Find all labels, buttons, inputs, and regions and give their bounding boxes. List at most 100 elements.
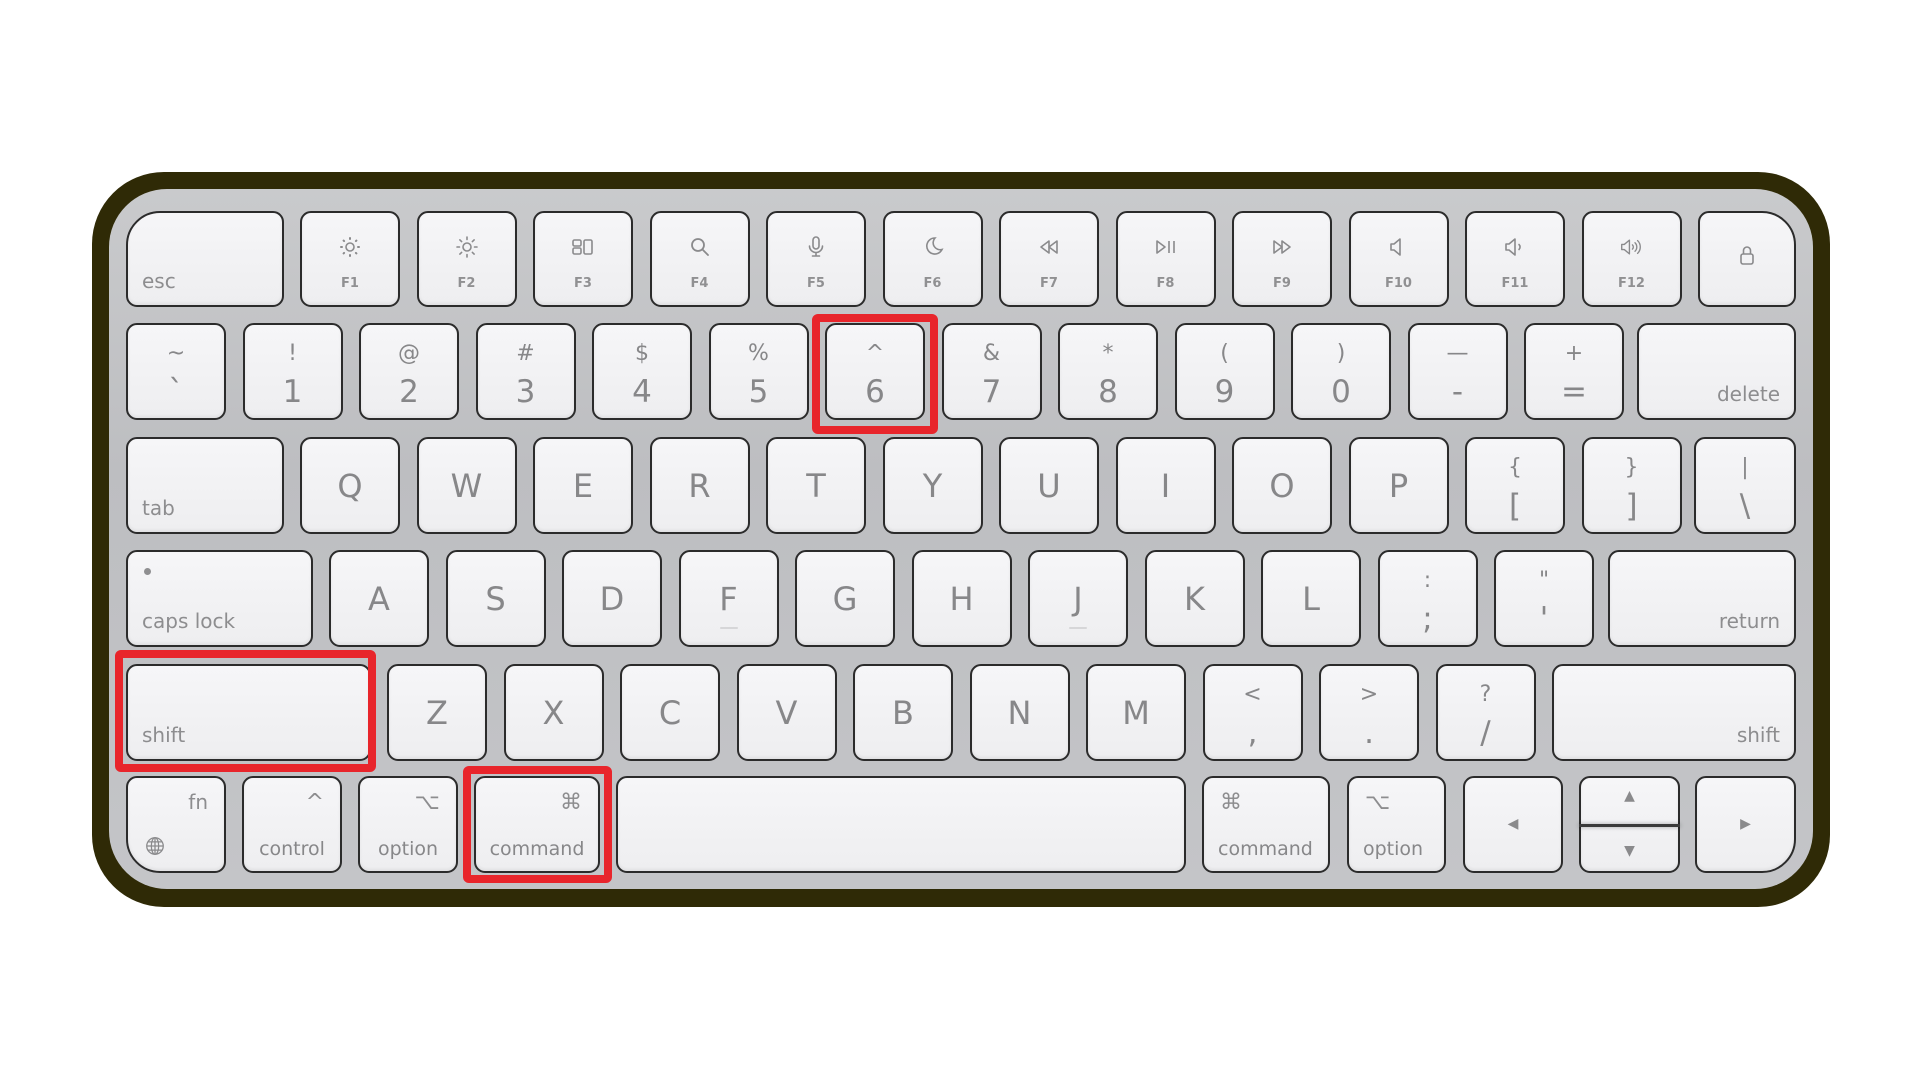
- key-u[interactable]: U: [999, 437, 1099, 534]
- key-l[interactable]: L: [1261, 550, 1361, 647]
- key-right-option[interactable]: ⌥ option: [1347, 776, 1446, 873]
- key-d[interactable]: D: [562, 550, 662, 647]
- key-letter: S: [485, 579, 506, 618]
- key-f[interactable]: F: [678, 550, 779, 647]
- key-letter: Y: [922, 466, 943, 505]
- key-x[interactable]: X: [503, 664, 604, 761]
- key-symbol: ;: [1422, 601, 1433, 637]
- key-esc[interactable]: esc: [126, 211, 284, 307]
- key-symbol: 7: [981, 374, 1002, 410]
- key-shift[interactable]: shift: [126, 664, 371, 761]
- key-space[interactable]: [616, 776, 1186, 873]
- key-delete[interactable]: delete: [1637, 323, 1796, 420]
- key-shift-symbol: +: [1564, 341, 1584, 366]
- key-lock[interactable]: [1698, 211, 1796, 307]
- key-o[interactable]: O: [1232, 437, 1332, 534]
- key-equals[interactable]: + =: [1524, 323, 1624, 420]
- key-f7[interactable]: F7: [999, 211, 1099, 307]
- key-semicolon[interactable]: :;: [1377, 550, 1478, 647]
- key-t[interactable]: T: [766, 437, 866, 534]
- key-command[interactable]: ⌘ command: [474, 776, 600, 873]
- key-symbol: `: [168, 374, 184, 410]
- key-left-arrow[interactable]: ◀: [1463, 776, 1563, 873]
- key-z[interactable]: Z: [387, 664, 487, 761]
- key-right-command[interactable]: ⌘ command: [1202, 776, 1330, 873]
- key-symbol: 4: [632, 374, 652, 410]
- key-9[interactable]: (9: [1174, 323, 1275, 420]
- key-1[interactable]: ! 1: [242, 323, 343, 420]
- key-f8[interactable]: F8: [1115, 211, 1216, 307]
- key-tab[interactable]: tab: [126, 437, 284, 534]
- key-g[interactable]: G: [795, 550, 895, 647]
- key-h[interactable]: H: [911, 550, 1012, 647]
- key-m[interactable]: M: [1086, 664, 1186, 761]
- key-shift-symbol: :: [1423, 568, 1432, 593]
- key-f11[interactable]: F11: [1465, 211, 1565, 307]
- key-6[interactable]: ^ 6: [825, 323, 925, 420]
- key-p[interactable]: P: [1348, 437, 1449, 534]
- key-letter: A: [368, 579, 390, 618]
- key-right-shift[interactable]: shift: [1552, 664, 1796, 761]
- key-5[interactable]: % 5: [708, 323, 809, 420]
- key-rbracket[interactable]: }]: [1581, 437, 1682, 534]
- key-2[interactable]: @2: [359, 323, 459, 420]
- key-label: shift: [1736, 723, 1780, 747]
- key-b[interactable]: B: [853, 664, 953, 761]
- key-f10[interactable]: F10: [1348, 211, 1449, 307]
- key-f12[interactable]: F12: [1581, 211, 1682, 307]
- key-backslash[interactable]: | \: [1694, 437, 1796, 534]
- key-k[interactable]: K: [1144, 550, 1245, 647]
- key-backtick[interactable]: ~ `: [126, 323, 226, 420]
- key-shift-symbol: %: [748, 341, 769, 366]
- key-slash[interactable]: ? /: [1435, 664, 1536, 761]
- search-icon: [652, 235, 748, 259]
- key-e[interactable]: E: [533, 437, 633, 534]
- key-right-arrow[interactable]: ▶: [1695, 776, 1796, 873]
- key-s[interactable]: S: [445, 550, 546, 647]
- key-4[interactable]: $4: [592, 323, 692, 420]
- key-caps-lock[interactable]: caps lock: [126, 550, 313, 647]
- key-comma[interactable]: <,: [1202, 664, 1303, 761]
- key-a[interactable]: A: [329, 550, 429, 647]
- key-0[interactable]: ) 0: [1291, 323, 1391, 420]
- key-symbol: ': [1539, 601, 1549, 637]
- key-j[interactable]: J: [1028, 550, 1128, 647]
- key-f1[interactable]: F1: [300, 211, 400, 307]
- key-f5[interactable]: F5: [766, 211, 866, 307]
- key-r[interactable]: R: [649, 437, 750, 534]
- key-f3[interactable]: F3: [533, 211, 633, 307]
- key-symbol: 8: [1098, 374, 1118, 410]
- key-shift-symbol: }: [1624, 455, 1639, 480]
- key-letter: M: [1122, 693, 1150, 732]
- command-icon: ⌘: [1220, 790, 1242, 815]
- key-symbol: .: [1364, 715, 1374, 751]
- key-f2[interactable]: F2: [416, 211, 517, 307]
- key-3[interactable]: #3: [475, 323, 576, 420]
- key-y[interactable]: Y: [882, 437, 983, 534]
- key-label: F5: [807, 276, 825, 291]
- key-f4[interactable]: F4: [649, 211, 750, 307]
- key-q[interactable]: Q: [300, 437, 400, 534]
- control-icon: ^: [305, 790, 324, 815]
- key-c[interactable]: C: [620, 664, 720, 761]
- key-return[interactable]: return: [1608, 550, 1796, 647]
- key-period[interactable]: >.: [1319, 664, 1419, 761]
- key-n[interactable]: N: [969, 664, 1070, 761]
- key-f6[interactable]: F6: [882, 211, 983, 307]
- key-v[interactable]: V: [736, 664, 837, 761]
- key-w[interactable]: W: [416, 437, 517, 534]
- key-up-down-arrow[interactable]: ▲ ▼: [1579, 776, 1680, 873]
- key-7[interactable]: & 7: [941, 323, 1042, 420]
- key-minus[interactable]: — -: [1407, 323, 1508, 420]
- key-shift-symbol: >: [1359, 682, 1379, 707]
- key-fn[interactable]: fn: [126, 776, 226, 873]
- key-option[interactable]: ⌥ option: [358, 776, 458, 873]
- key-control[interactable]: ^ control: [242, 776, 342, 873]
- key-f9[interactable]: F9: [1232, 211, 1332, 307]
- key-8[interactable]: * 8: [1058, 323, 1158, 420]
- key-i[interactable]: I: [1115, 437, 1216, 534]
- key-label: esc: [142, 269, 176, 293]
- key-lbracket[interactable]: {[: [1465, 437, 1565, 534]
- home-row-bump: [1069, 627, 1087, 629]
- key-quote[interactable]: " ': [1494, 550, 1594, 647]
